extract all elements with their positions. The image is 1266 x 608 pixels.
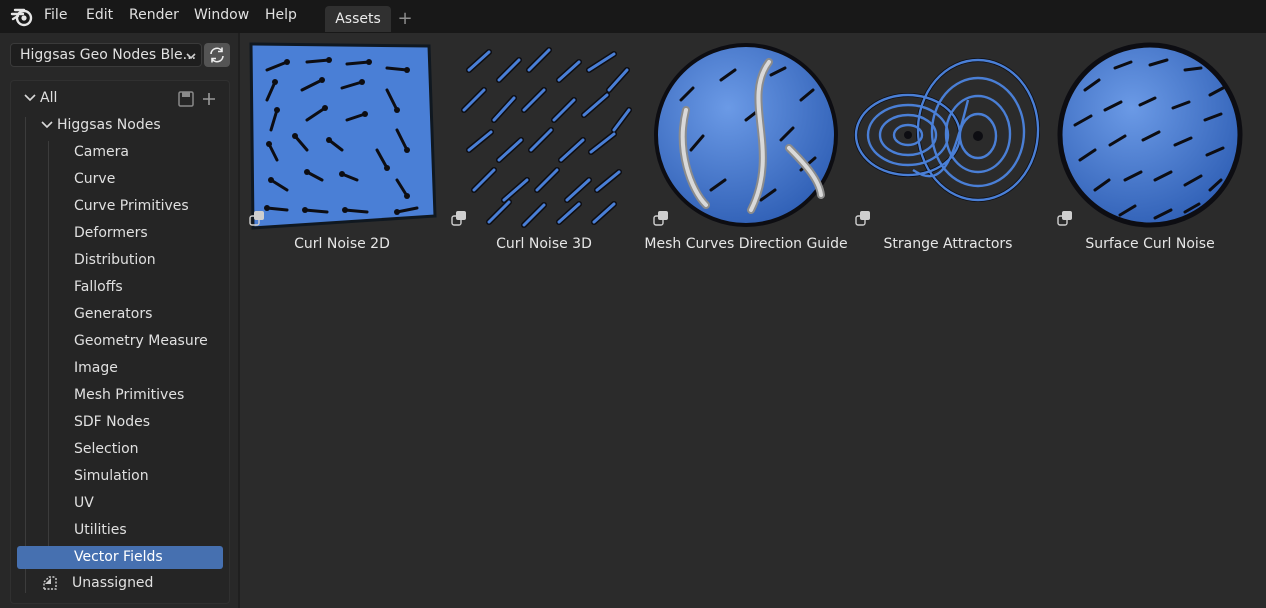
refresh-icon <box>210 47 224 63</box>
thumbnail-sphere-arrows <box>1057 42 1243 228</box>
asset-label: Surface Curl Noise <box>1085 236 1215 252</box>
tree-item-image[interactable]: Image <box>74 356 118 380</box>
tree-guide-line <box>48 141 49 564</box>
tree-item-unassigned[interactable]: Unassigned <box>72 571 153 595</box>
thumbnail-sphere-curves <box>654 43 838 227</box>
menu-render[interactable]: Render <box>129 7 179 23</box>
chevron-down-icon <box>186 53 196 60</box>
menu-edit[interactable]: Edit <box>86 7 113 23</box>
node-group-icon <box>855 211 870 226</box>
asset-tile-curl-noise-3d[interactable]: Curl Noise 3D <box>449 40 639 262</box>
tab-assets[interactable]: Assets <box>325 6 391 32</box>
tree-item-label: Vector Fields <box>74 549 163 565</box>
tree-item-utilities[interactable]: Utilities <box>74 518 127 542</box>
tree-guide-line <box>25 117 26 593</box>
tree-item-simulation[interactable]: Simulation <box>74 464 149 488</box>
library-name: Higgsas Geo Nodes Ble... <box>20 47 197 63</box>
thumbnail-attractor <box>854 58 1040 202</box>
tree-item-distribution[interactable]: Distribution <box>74 248 156 272</box>
refresh-library-button[interactable] <box>204 43 230 67</box>
asset-tile-surface-curl-noise[interactable]: Surface Curl Noise <box>1055 40 1245 262</box>
plus-icon[interactable]: + <box>395 6 415 32</box>
node-group-icon <box>653 211 668 226</box>
library-dropdown[interactable]: Higgsas Geo Nodes Ble... <box>10 43 202 67</box>
unassigned-catalog-icon <box>43 576 57 590</box>
tree-item-mesh-primitives[interactable]: Mesh Primitives <box>74 383 184 407</box>
tree-item-curve-primitives[interactable]: Curve Primitives <box>74 194 189 218</box>
tree-item-curve[interactable]: Curve <box>74 167 115 191</box>
asset-label: Strange Attractors <box>883 236 1013 252</box>
tree-item-falloffs[interactable]: Falloffs <box>74 275 123 299</box>
save-catalog-icon[interactable] <box>177 90 195 108</box>
tree-item-generators[interactable]: Generators <box>74 302 152 326</box>
thumbnail-arrow-cloud <box>461 47 632 228</box>
tree-item-uv[interactable]: UV <box>74 491 94 515</box>
asset-label: Curl Noise 3D <box>496 236 592 252</box>
tree-item-vector-fields[interactable]: Vector Fields <box>17 546 223 569</box>
blender-logo-icon[interactable] <box>10 6 34 28</box>
asset-label: Curl Noise 2D <box>294 236 390 252</box>
asset-tile-strange-attractors[interactable]: Strange Attractors <box>853 40 1043 262</box>
menu-window[interactable]: Window <box>194 7 249 23</box>
node-group-icon <box>249 211 264 226</box>
add-catalog-icon[interactable] <box>200 90 218 108</box>
tree-item-geometry-measure[interactable]: Geometry Measure <box>74 329 208 353</box>
chevron-down-icon[interactable] <box>23 91 37 105</box>
tree-item-all[interactable]: All <box>40 86 57 110</box>
tree-item-camera[interactable]: Camera <box>74 140 129 164</box>
tree-item-selection[interactable]: Selection <box>74 437 139 461</box>
catalog-tree: All Higgsas Nodes Camera Curve Curve Pri… <box>10 80 230 604</box>
thumbnail-square-arrows <box>249 42 437 230</box>
tree-item-higgsas-nodes[interactable]: Higgsas Nodes <box>57 113 161 137</box>
menu-help[interactable]: Help <box>265 7 297 23</box>
asset-tile-curl-noise-2d[interactable]: Curl Noise 2D <box>247 40 437 262</box>
node-group-icon <box>451 211 466 226</box>
tree-item-deformers[interactable]: Deformers <box>74 221 148 245</box>
tree-item-sdf-nodes[interactable]: SDF Nodes <box>74 410 150 434</box>
chevron-down-icon[interactable] <box>40 118 54 132</box>
top-menu-bar: File Edit Render Window Help Assets + <box>0 0 1266 33</box>
node-group-icon <box>1057 211 1072 226</box>
asset-tile-mesh-curves-direction-guide[interactable]: Mesh Curves Direction Guide <box>644 40 848 262</box>
menu-file[interactable]: File <box>44 7 67 23</box>
asset-label: Mesh Curves Direction Guide <box>644 236 848 252</box>
sidebar: Higgsas Geo Nodes Ble... All Higgsas Nod… <box>0 33 240 608</box>
